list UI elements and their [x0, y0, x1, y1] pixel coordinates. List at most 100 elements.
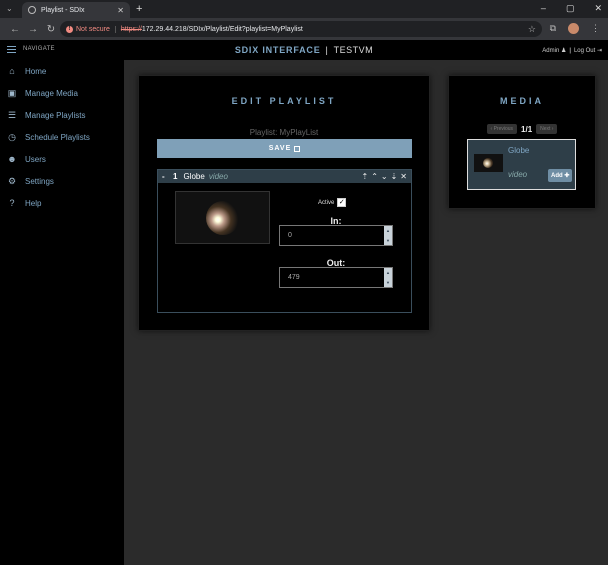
browser-tab-bar: ⌄ Playlist - SDIx ✕ + – ▢ ✕: [0, 0, 608, 18]
user-link[interactable]: Admin: [542, 48, 559, 54]
move-bottom-icon[interactable]: ⇣: [391, 172, 398, 181]
home-icon: ⌂: [9, 66, 15, 76]
step-down-icon[interactable]: ▼: [386, 238, 390, 243]
help-icon: ?: [9, 198, 15, 208]
users-icon: ☻: [7, 154, 17, 164]
browser-actions: ⧉ ⋮: [550, 23, 600, 34]
image-icon: ▣: [7, 87, 17, 98]
save-button[interactable]: SAVE: [157, 139, 412, 158]
warning-icon: !: [66, 25, 73, 33]
next-button[interactable]: Next ›: [536, 124, 558, 134]
step-up-icon[interactable]: ▲: [386, 228, 390, 233]
sidebar-item-users[interactable]: ☻ Users: [0, 148, 124, 170]
item-index: 1: [173, 172, 178, 181]
floppy-disk-icon: [294, 145, 301, 152]
user-icon: ♟: [560, 48, 567, 54]
new-tab-icon[interactable]: +: [136, 3, 142, 15]
sidebar-item-manage-playlists[interactable]: ☰ Manage Playlists: [0, 104, 124, 126]
minimize-icon[interactable]: –: [541, 3, 546, 14]
step-down-icon[interactable]: ▼: [386, 280, 390, 285]
out-input[interactable]: 479 ▲ ▼: [279, 267, 393, 288]
in-stepper[interactable]: ▲ ▼: [384, 226, 392, 245]
playlist-item: - 1 Globe video ⇡ ⌃ ⌄ ⇣ ✕ Active ✓ In: 0…: [157, 169, 412, 313]
previous-button[interactable]: ‹ Previous: [486, 124, 518, 134]
clock-icon: ◷: [8, 131, 16, 142]
window-controls: – ▢ ✕: [541, 3, 602, 14]
gear-icon: ⚙: [7, 175, 17, 186]
address-bar: ← → ↻ ! Not secure https:// 172.29.44.21…: [0, 18, 608, 40]
sidebar-item-schedule-playlists[interactable]: ◷ Schedule Playlists: [0, 126, 124, 148]
sidebar-item-help[interactable]: ? Help: [0, 192, 124, 214]
back-icon[interactable]: ←: [6, 24, 24, 35]
sidebar-item-label: Manage Media: [25, 88, 78, 98]
item-thumbnail: [175, 191, 270, 244]
move-up-icon[interactable]: ⌃: [371, 172, 378, 181]
url-input[interactable]: ! Not secure https:// 172.29.44.218/SDIx…: [60, 21, 542, 37]
sidebar-item-label: Schedule Playlists: [25, 132, 90, 142]
tab-search-icon[interactable]: ⌄: [6, 4, 13, 13]
browser-tab[interactable]: Playlist - SDIx ✕: [22, 2, 130, 18]
security-indicator[interactable]: ! Not secure: [66, 25, 116, 33]
add-label: Add: [551, 173, 563, 179]
bookmark-star-icon[interactable]: ☆: [528, 24, 536, 35]
maximize-icon[interactable]: ▢: [566, 3, 575, 14]
url-scheme: https://: [120, 25, 142, 33]
add-button[interactable]: Add ✚: [548, 169, 573, 182]
profile-avatar[interactable]: [568, 23, 579, 34]
active-checkbox[interactable]: ✓: [337, 198, 347, 207]
media-title: MEDIA: [500, 96, 544, 106]
playlist-name: Playlist: MyPlayList: [249, 128, 319, 137]
media-panel: MEDIA ‹ Previous 1/1 Next › Globe video …: [448, 75, 596, 209]
title-separator: |: [325, 45, 329, 55]
move-down-icon[interactable]: ⌄: [381, 172, 388, 181]
collapse-toggle[interactable]: -: [162, 172, 169, 181]
sidebar-item-home[interactable]: ⌂ Home: [0, 60, 124, 82]
item-type: video: [208, 172, 228, 181]
globe-image: [206, 201, 240, 235]
app-name: SDIX INTERFACE: [234, 45, 321, 55]
tab-title: Playlist - SDIx: [41, 6, 85, 14]
app-title: SDIX INTERFACE | TESTVM: [0, 45, 608, 55]
user-divider: |: [569, 48, 571, 54]
item-name: Globe: [183, 172, 205, 181]
page-indicator: 1/1: [521, 124, 533, 134]
sidebar: ⌂ Home ▣ Manage Media ☰ Manage Playlists…: [0, 60, 124, 565]
logout-link[interactable]: Log Out: [574, 48, 595, 54]
menu-kebab-icon[interactable]: ⋮: [591, 23, 600, 34]
playlist-item-header: - 1 Globe video ⇡ ⌃ ⌄ ⇣ ✕: [158, 170, 411, 183]
server-name: TESTVM: [333, 45, 374, 55]
out-value: 479: [288, 274, 300, 281]
previous-label: Previous: [493, 126, 514, 132]
item-controls: ⇡ ⌃ ⌄ ⇣ ✕: [361, 172, 407, 181]
sidebar-item-manage-media[interactable]: ▣ Manage Media: [0, 82, 124, 104]
user-area: Admin ♟ | Log Out ⇥: [542, 47, 602, 54]
sidebar-item-label: Settings: [25, 176, 54, 186]
sidebar-item-label: Home: [25, 66, 47, 76]
close-window-icon[interactable]: ✕: [594, 3, 602, 14]
url-text: 172.29.44.218/SDIx/Playlist/Edit?playlis…: [141, 25, 303, 33]
reload-icon[interactable]: ↻: [42, 24, 60, 35]
extensions-icon[interactable]: ⧉: [550, 23, 556, 34]
sidebar-item-label: Help: [25, 198, 42, 208]
in-input[interactable]: 0 ▲ ▼: [279, 225, 393, 246]
favicon-icon: [28, 6, 36, 14]
remove-item-icon[interactable]: ✕: [400, 172, 407, 181]
active-label: Active: [318, 199, 335, 206]
forward-icon[interactable]: →: [24, 24, 42, 35]
active-toggle: Active ✓: [318, 198, 347, 207]
logout-icon: ⇥: [596, 48, 602, 54]
media-name: Globe: [508, 146, 530, 155]
edit-playlist-title: EDIT PLAYLIST: [231, 96, 337, 106]
tab-close-icon[interactable]: ✕: [117, 6, 124, 15]
save-label: SAVE: [268, 145, 292, 152]
media-type: video: [508, 170, 528, 179]
in-value: 0: [288, 232, 292, 239]
not-secure-label: Not secure: [76, 25, 110, 33]
sidebar-item-settings[interactable]: ⚙ Settings: [0, 170, 124, 192]
media-thumbnail: [474, 154, 503, 172]
move-top-icon[interactable]: ⇡: [361, 172, 368, 181]
out-stepper[interactable]: ▲ ▼: [384, 268, 392, 287]
step-up-icon[interactable]: ▲: [386, 270, 390, 275]
edit-playlist-panel: EDIT PLAYLIST Playlist: MyPlayList SAVE …: [138, 75, 430, 331]
media-pager: ‹ Previous 1/1 Next ›: [449, 124, 595, 134]
